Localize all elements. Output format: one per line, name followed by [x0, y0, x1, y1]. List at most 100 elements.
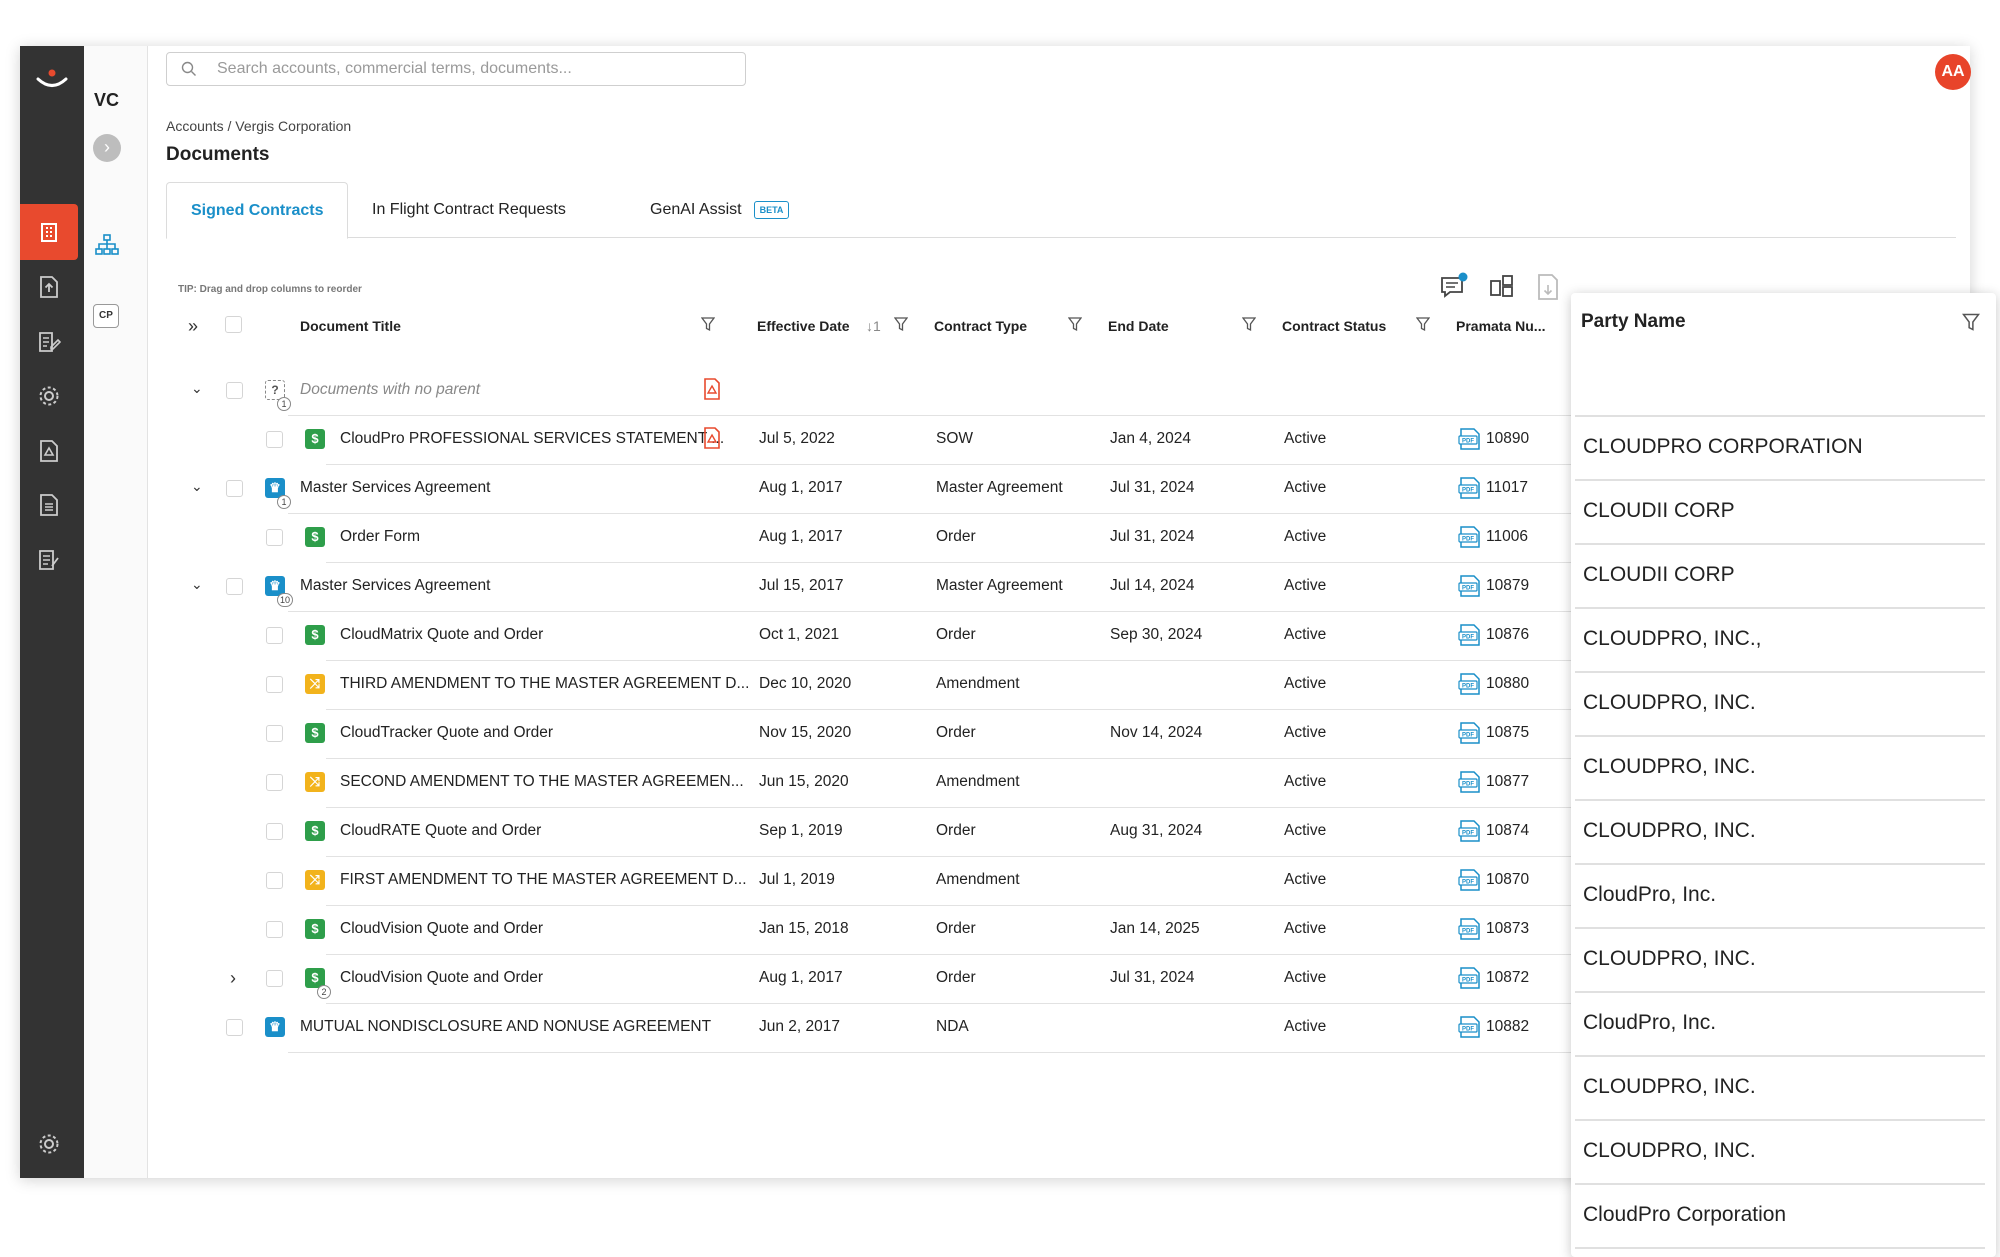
- row-checkbox[interactable]: [266, 431, 283, 448]
- global-search[interactable]: [166, 52, 746, 86]
- column-header-contract-status[interactable]: Contract Status: [1282, 318, 1386, 334]
- party-name-option[interactable]: CLOUDPRO CORPORATION: [1575, 417, 1985, 481]
- pramata-number-link[interactable]: 10882: [1486, 1018, 1529, 1036]
- column-header-pramata-number[interactable]: Pramata Nu...: [1456, 318, 1545, 334]
- document-title-link[interactable]: Master Services Agreement: [300, 479, 750, 497]
- pramata-number-link[interactable]: 11006: [1486, 528, 1528, 546]
- party-name-option[interactable]: CLOUDPRO, INC.: [1575, 1057, 1985, 1121]
- pdf-icon[interactable]: PDF: [1458, 820, 1480, 842]
- document-title-link[interactable]: FIRST AMENDMENT TO THE MASTER AGREEMENT …: [340, 871, 750, 889]
- row-checkbox[interactable]: [266, 529, 283, 546]
- brand-logo-icon[interactable]: [34, 64, 70, 94]
- pramata-number-link[interactable]: 10875: [1486, 724, 1529, 742]
- row-checkbox[interactable]: [266, 872, 283, 889]
- filter-icon[interactable]: [894, 316, 908, 332]
- row-checkbox[interactable]: [266, 970, 283, 987]
- row-checkbox[interactable]: [226, 382, 243, 399]
- pdf-icon[interactable]: PDF: [1458, 918, 1480, 940]
- sort-descending-icon[interactable]: ↓1: [866, 318, 881, 334]
- filter-icon[interactable]: [1068, 316, 1082, 332]
- row-checkbox[interactable]: [226, 1019, 243, 1036]
- pdf-icon[interactable]: PDF: [1458, 1016, 1480, 1038]
- pdf-icon[interactable]: PDF: [1458, 771, 1480, 793]
- report-nav-icon[interactable]: [20, 477, 78, 533]
- pdf-icon[interactable]: PDF: [1458, 624, 1480, 646]
- document-title-link[interactable]: CloudRATE Quote and Order: [340, 822, 750, 840]
- pramata-number-link[interactable]: 10876: [1486, 626, 1529, 644]
- row-checkbox[interactable]: [266, 725, 283, 742]
- party-name-option[interactable]: CLOUDPRO, INC.: [1575, 737, 1985, 801]
- column-header-end-date[interactable]: End Date: [1108, 318, 1169, 334]
- document-title-link[interactable]: CloudMatrix Quote and Order: [340, 626, 750, 644]
- cp-button[interactable]: CP: [93, 304, 119, 328]
- document-title-link[interactable]: Master Services Agreement: [300, 577, 750, 595]
- pramata-number-link[interactable]: 10879: [1486, 577, 1529, 595]
- expand-subnav-button[interactable]: ›: [93, 134, 121, 162]
- row-checkbox[interactable]: [266, 921, 283, 938]
- pramata-number-link[interactable]: 10890: [1486, 430, 1529, 448]
- pdf-icon[interactable]: PDF: [1458, 575, 1480, 597]
- filter-icon[interactable]: [1961, 312, 1981, 332]
- admin-settings-icon[interactable]: [20, 1116, 78, 1172]
- notes-nav-icon[interactable]: [20, 532, 78, 588]
- row-checkbox[interactable]: [266, 774, 283, 791]
- column-header-contract-type[interactable]: Contract Type: [934, 318, 1027, 334]
- column-header-effective-date[interactable]: Effective Date: [757, 318, 850, 334]
- document-title-link[interactable]: CloudPro PROFESSIONAL SERVICES STATEMENT…: [340, 430, 750, 448]
- pdf-icon[interactable]: PDF: [1458, 428, 1480, 450]
- hierarchy-icon[interactable]: [95, 234, 119, 256]
- pramata-number-link[interactable]: 10870: [1486, 871, 1529, 889]
- row-checkbox[interactable]: [266, 627, 283, 644]
- pramata-number-link[interactable]: 10872: [1486, 969, 1529, 987]
- party-name-option[interactable]: CLOUDPRO, INC.: [1575, 929, 1985, 993]
- pdf-icon[interactable]: PDF: [1458, 526, 1480, 548]
- settings-gear-nav-icon[interactable]: [20, 368, 78, 424]
- document-title-link[interactable]: CloudVision Quote and Order: [340, 969, 750, 987]
- pramata-number-link[interactable]: 10873: [1486, 920, 1529, 938]
- pramata-number-link[interactable]: 10880: [1486, 675, 1529, 693]
- comments-icon[interactable]: [1439, 272, 1469, 300]
- document-title-link[interactable]: MUTUAL NONDISCLOSURE AND NONUSE AGREEMEN…: [300, 1018, 750, 1036]
- party-name-option[interactable]: CLOUDPRO, INC.: [1575, 801, 1985, 865]
- tab-signed-contracts[interactable]: Signed Contracts: [166, 182, 349, 239]
- compare-icon[interactable]: [1488, 272, 1516, 300]
- party-name-option[interactable]: CLOUDPRO, INC.,: [1575, 609, 1985, 673]
- party-name-option[interactable]: CLOUDPRO, INC.: [1575, 1121, 1985, 1185]
- pramata-number-link[interactable]: 10877: [1486, 773, 1529, 791]
- party-name-option[interactable]: CLOUDII CORP: [1575, 481, 1985, 545]
- party-name-option[interactable]: CLOUDPRO, INC.: [1575, 673, 1985, 737]
- pdf-icon[interactable]: PDF: [1458, 477, 1480, 499]
- expand-chevron-icon[interactable]: ›: [230, 968, 236, 989]
- row-checkbox[interactable]: [226, 578, 243, 595]
- pdf-icon[interactable]: PDF: [1458, 967, 1480, 989]
- document-title-link[interactable]: CloudVision Quote and Order: [340, 920, 750, 938]
- party-name-option[interactable]: CloudPro, Inc.: [1575, 865, 1985, 929]
- pdf-warning-icon[interactable]: [703, 427, 725, 449]
- row-checkbox[interactable]: [266, 676, 283, 693]
- pdf-icon[interactable]: PDF: [1458, 869, 1480, 891]
- party-name-option[interactable]: CloudPro, Inc.: [1575, 993, 1985, 1057]
- collapse-chevron-icon[interactable]: ⌄: [191, 380, 203, 397]
- row-checkbox[interactable]: [226, 480, 243, 497]
- pramata-number-link[interactable]: 10874: [1486, 822, 1529, 840]
- document-title-link[interactable]: Order Form: [340, 528, 750, 546]
- filter-icon[interactable]: [1416, 316, 1430, 332]
- party-name-option[interactable]: CLOUDII CORP: [1575, 545, 1985, 609]
- pdf-icon[interactable]: PDF: [1458, 673, 1480, 695]
- edit-document-nav-icon[interactable]: [20, 314, 78, 370]
- party-name-filter-input[interactable]: [1575, 357, 1985, 417]
- user-avatar[interactable]: AA: [1935, 54, 1971, 90]
- search-input[interactable]: [217, 53, 717, 85]
- breadcrumb[interactable]: Accounts / Vergis Corporation: [166, 118, 351, 134]
- expand-all-chevron-icon[interactable]: »: [188, 316, 198, 337]
- tab-in-flight-contract-requests[interactable]: In Flight Contract Requests: [348, 182, 590, 238]
- pramata-number-link[interactable]: 11017: [1486, 479, 1528, 497]
- row-checkbox[interactable]: [266, 823, 283, 840]
- collapse-chevron-icon[interactable]: ⌄: [191, 478, 203, 495]
- alert-document-nav-icon[interactable]: [20, 423, 78, 479]
- filter-icon[interactable]: [701, 316, 715, 332]
- pdf-warning-icon[interactable]: [703, 378, 725, 400]
- tab-genai-assist[interactable]: GenAI Assist BETA: [626, 182, 813, 238]
- export-document-icon[interactable]: [1536, 272, 1562, 302]
- select-all-checkbox[interactable]: [225, 316, 242, 333]
